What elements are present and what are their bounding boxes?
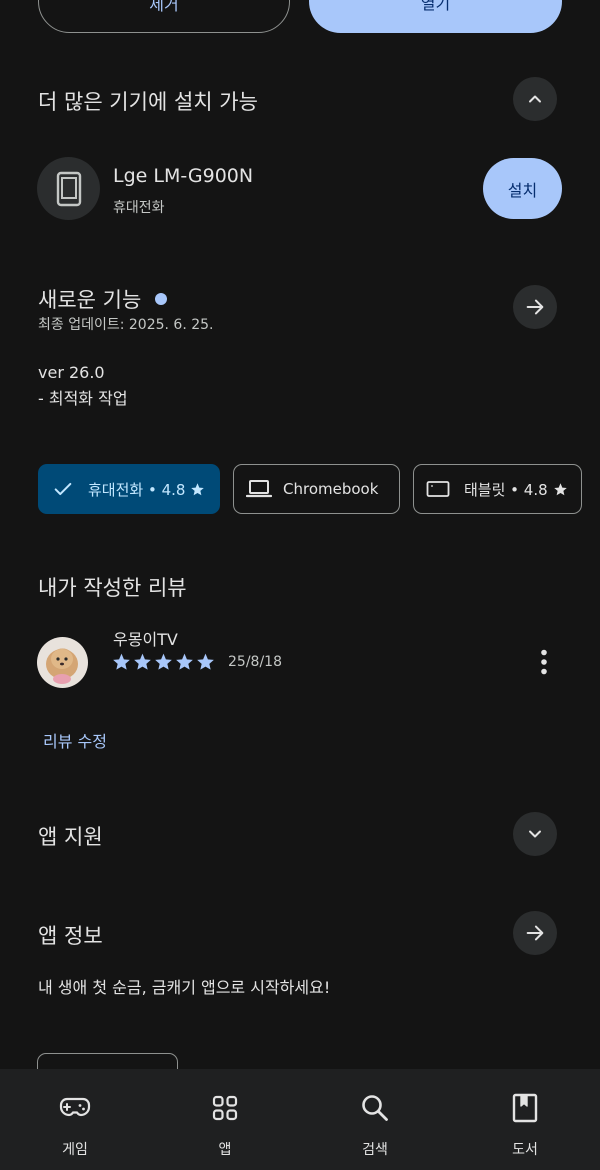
device-name: Lge LM-G900N	[113, 165, 254, 187]
chip-phone[interactable]: 휴대전화 • 4.8	[38, 464, 220, 514]
review-date: 25/8/18	[228, 654, 282, 670]
nav-books[interactable]: 도서	[450, 1069, 600, 1170]
new-indicator-dot	[155, 293, 168, 305]
star-icon	[176, 653, 193, 670]
more-vert-icon	[541, 649, 547, 675]
release-notes-line: ver 26.0	[38, 363, 105, 382]
check-icon	[54, 482, 72, 496]
star-icon	[155, 653, 172, 670]
nav-label: 검색	[362, 1142, 388, 1158]
nav-search[interactable]: 검색	[300, 1069, 450, 1170]
smartphone-icon	[56, 171, 81, 206]
app-info-title: 앱 정보	[38, 924, 103, 948]
whats-new-arrow-button[interactable]	[513, 285, 557, 329]
apps-grid-icon	[208, 1091, 242, 1125]
my-review-title: 내가 작성한 리뷰	[38, 576, 187, 600]
chip-label: 휴대전화 • 4.8	[88, 480, 186, 499]
app-support-expand-button[interactable]	[513, 812, 557, 856]
app-description: 내 생애 첫 순금, 금캐기 앱으로 시작하세요!	[38, 978, 331, 997]
collapse-button[interactable]	[513, 77, 557, 121]
laptop-icon	[246, 480, 272, 498]
last-updated: 최종 업데이트: 2025. 6. 25.	[38, 317, 214, 333]
avatar	[37, 637, 88, 688]
star-rating	[111, 652, 216, 672]
chevron-down-icon	[529, 830, 541, 838]
app-details-page: 제거 열기 더 많은 기기에 설치 가능 Lge LM-G900N 휴대전화 설…	[0, 0, 600, 1170]
chip-label: Chromebook	[283, 480, 379, 498]
search-icon	[358, 1091, 392, 1125]
install-button[interactable]: 설치	[483, 158, 562, 219]
star-icon	[191, 482, 205, 495]
chevron-up-icon	[529, 95, 541, 103]
more-devices-title: 더 많은 기기에 설치 가능	[38, 90, 258, 114]
review-more-button[interactable]	[531, 647, 557, 677]
chip-chromebook[interactable]: Chromebook	[233, 464, 400, 514]
star-icon	[134, 653, 151, 670]
book-icon	[508, 1091, 542, 1125]
chip-label: 태블릿 • 4.8	[464, 480, 548, 499]
tablet-icon	[426, 481, 450, 497]
remove-button[interactable]: 제거	[38, 0, 290, 33]
whats-new-title: 새로운 기능	[38, 288, 142, 312]
nav-games[interactable]: 게임	[0, 1069, 150, 1170]
release-notes: ver 26.0 - 최적화 작업	[38, 360, 128, 412]
star-icon	[197, 653, 214, 670]
nav-label: 앱	[218, 1142, 232, 1158]
whats-new-header: 새로운 기능	[38, 284, 168, 314]
open-button[interactable]: 열기	[309, 0, 562, 33]
dog-photo-icon	[46, 649, 78, 684]
device-avatar	[37, 157, 100, 220]
reviewer-name: 우몽이TV	[113, 630, 178, 649]
star-icon	[553, 482, 567, 495]
star-icon	[113, 653, 130, 670]
chip-tablet[interactable]: 태블릿 • 4.8	[413, 464, 582, 514]
nav-apps[interactable]: 앱	[150, 1069, 300, 1170]
arrow-right-icon	[526, 925, 544, 941]
nav-label: 도서	[512, 1142, 538, 1158]
release-notes-line: - 최적화 작업	[38, 389, 128, 408]
arrow-right-icon	[526, 299, 544, 315]
nav-label: 게임	[62, 1142, 88, 1158]
bottom-navigation: 게임 앱 검색 도서	[0, 1069, 600, 1170]
app-info-arrow-button[interactable]	[513, 911, 557, 955]
app-support-title: 앱 지원	[38, 825, 103, 849]
edit-review-link[interactable]: 리뷰 수정	[43, 728, 107, 752]
device-type: 휴대전화	[113, 200, 165, 216]
gamepad-icon	[58, 1091, 92, 1125]
